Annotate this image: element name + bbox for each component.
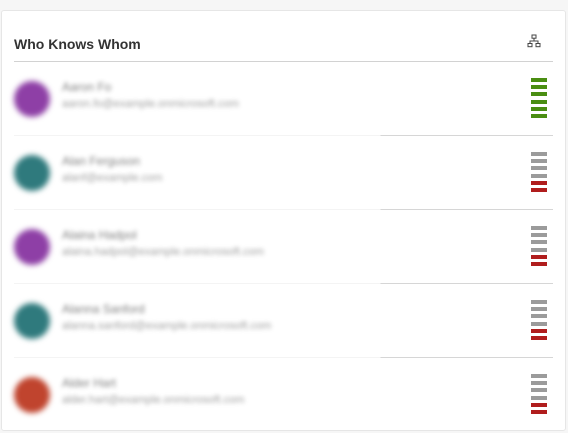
strength-bar <box>531 254 547 259</box>
strength-bar <box>531 113 547 118</box>
strength-meter <box>531 78 547 118</box>
contact-row[interactable]: Alanna Sanford alanna.sanford@example.on… <box>14 284 565 358</box>
strength-bar <box>531 374 547 378</box>
strength-meter <box>531 226 547 266</box>
strength-bar <box>531 247 547 252</box>
panel-header: Who Knows Whom <box>14 11 553 62</box>
contact-name: Alanna Sanford <box>62 302 145 316</box>
strength-bar <box>531 233 547 238</box>
contact-name: Alder Hart <box>62 376 117 390</box>
avatar <box>14 303 50 339</box>
panel-title: Who Knows Whom <box>14 36 141 52</box>
contact-row[interactable]: Aaron Fo aaron.fo@example.onmicrosoft.co… <box>14 62 565 136</box>
strength-bar <box>531 85 547 90</box>
avatar <box>14 155 50 191</box>
strength-bar <box>531 335 547 340</box>
org-chart-icon[interactable] <box>527 34 541 48</box>
contact-row[interactable]: Alaina Hadpol alaina.hadpol@example.onmi… <box>14 210 565 284</box>
strength-bar <box>531 381 547 386</box>
strength-bar <box>531 300 547 304</box>
contact-email: alaina.hadpol@example.onmicrosoft.com <box>62 246 264 258</box>
strength-bar <box>531 152 547 156</box>
strength-bar <box>531 173 547 178</box>
strength-bar <box>531 180 547 185</box>
contact-email: alanna.sanford@example.onmicrosoft.com <box>62 320 272 332</box>
strength-bar <box>531 99 547 104</box>
contact-row[interactable]: Alder Hart alder.hart@example.onmicrosof… <box>14 358 565 432</box>
strength-bar <box>531 226 547 230</box>
strength-bar <box>531 106 547 111</box>
contact-list: Aaron Fo aaron.fo@example.onmicrosoft.co… <box>14 62 565 432</box>
avatar <box>14 229 50 265</box>
strength-bar <box>531 321 547 326</box>
strength-bar <box>531 328 547 333</box>
contact-email: aaron.fo@example.onmicrosoft.com <box>62 98 239 110</box>
contact-name: Alan Ferguson <box>62 154 141 168</box>
strength-bar <box>531 395 547 400</box>
strength-bar <box>531 240 547 245</box>
who-knows-whom-panel: Who Knows Whom Aaron Fo aaron.fo@example… <box>1 10 566 431</box>
strength-bar <box>531 307 547 312</box>
strength-meter <box>531 300 547 340</box>
strength-meter <box>531 152 547 192</box>
strength-bar <box>531 78 547 82</box>
avatar <box>14 377 50 413</box>
strength-bar <box>531 402 547 407</box>
strength-bar <box>531 166 547 171</box>
contact-name: Aaron Fo <box>62 80 112 94</box>
strength-bar <box>531 409 547 414</box>
avatar <box>14 81 50 117</box>
strength-bar <box>531 187 547 192</box>
contact-email: alder.hart@example.onmicrosoft.com <box>62 394 245 406</box>
contact-row[interactable]: Alan Ferguson alanf@example.com <box>14 136 565 210</box>
strength-bar <box>531 388 547 393</box>
contact-email: alanf@example.com <box>62 172 163 184</box>
strength-bar <box>531 261 547 266</box>
contact-name: Alaina Hadpol <box>62 228 137 242</box>
strength-meter <box>531 374 547 414</box>
strength-bar <box>531 314 547 319</box>
strength-bar <box>531 92 547 97</box>
strength-bar <box>531 159 547 164</box>
